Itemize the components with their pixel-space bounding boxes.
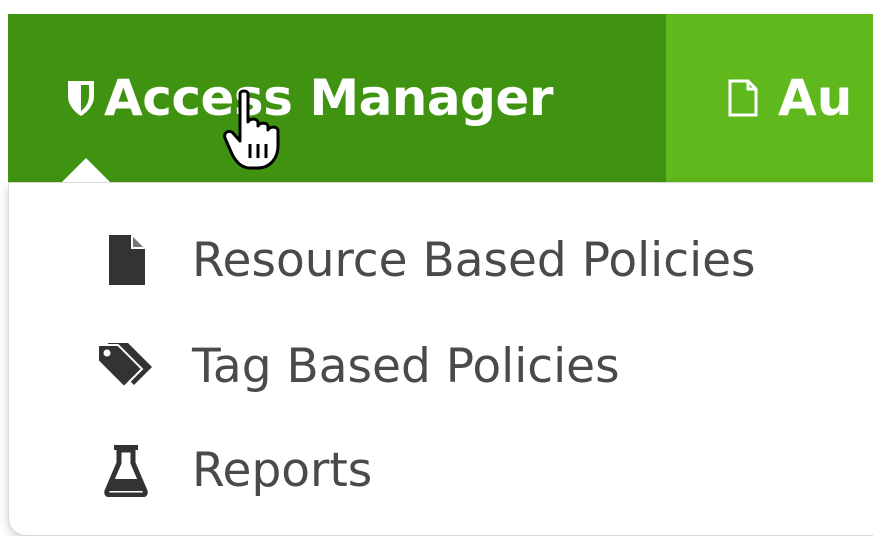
menu-item-label: Reports: [192, 442, 373, 498]
hand-pointer-cursor-icon: [223, 89, 280, 170]
nav-item-audit[interactable]: Au: [666, 14, 873, 182]
top-navbar: Access Manager Au: [8, 14, 873, 182]
dropdown-caret: [62, 158, 110, 182]
menu-item-reports[interactable]: Reports: [0, 420, 860, 520]
menu-item-resource-based-policies[interactable]: Resource Based Policies: [0, 210, 860, 310]
flask-icon: [92, 440, 160, 500]
menu-item-label: Resource Based Policies: [192, 232, 756, 288]
tags-icon: [92, 336, 160, 396]
screen: Access Manager Au Resource Based Policie…: [0, 0, 873, 536]
nav-item-label: Access Manager: [104, 69, 554, 127]
document-outline-icon: [728, 79, 758, 117]
nav-item-label: Au: [778, 69, 853, 127]
file-icon: [92, 230, 160, 290]
menu-item-tag-based-policies[interactable]: Tag Based Policies: [0, 316, 860, 416]
top-border: [0, 0, 873, 14]
shield-icon: [68, 81, 94, 116]
menu-item-label: Tag Based Policies: [192, 338, 620, 394]
nav-item-access-manager[interactable]: Access Manager: [8, 14, 666, 182]
